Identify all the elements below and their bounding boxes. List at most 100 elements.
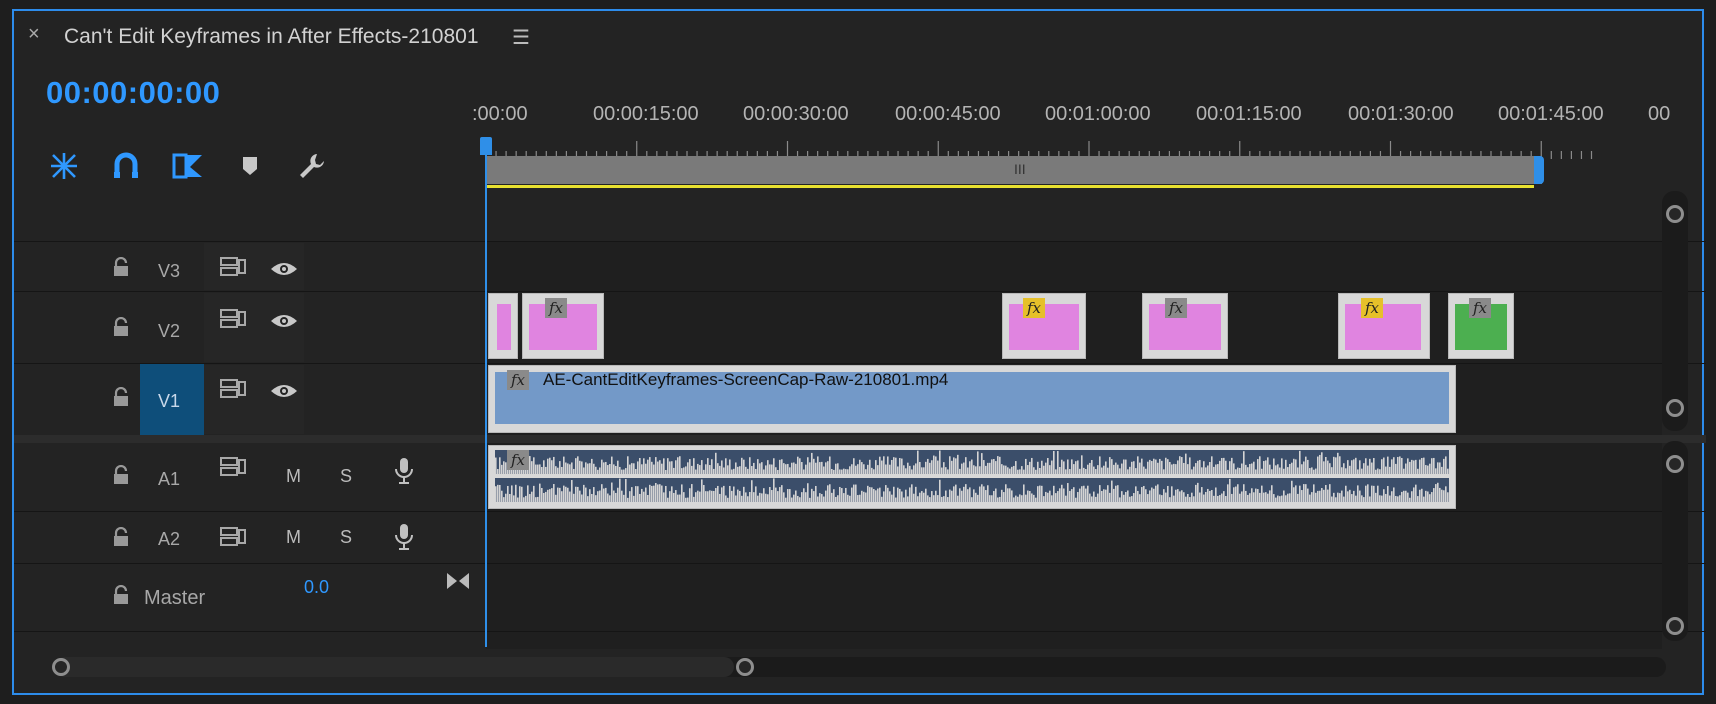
eye-icon[interactable] — [270, 261, 298, 277]
lock-icon[interactable] — [112, 317, 130, 337]
track-label[interactable]: A1 — [158, 469, 180, 490]
waveform-bar — [1321, 488, 1323, 502]
track-label[interactable]: V2 — [158, 321, 180, 342]
v1-clip[interactable]: fx AE-CantEditKeyframes-ScreenCap-Raw-21… — [488, 365, 1456, 433]
timeline-settings-wrench-icon[interactable] — [292, 146, 332, 186]
mute-button[interactable]: M — [286, 466, 301, 487]
waveform-bar — [567, 463, 569, 474]
lock-icon[interactable] — [112, 465, 130, 485]
solo-button[interactable]: S — [340, 527, 352, 548]
v2-clip[interactable]: fx — [1448, 293, 1514, 359]
waveform-bar — [1039, 467, 1041, 474]
lock-icon[interactable] — [112, 585, 130, 605]
waveform-bar — [1099, 485, 1101, 502]
waveform-bar — [863, 491, 865, 502]
close-icon[interactable]: × — [28, 23, 40, 46]
waveform-bar — [1391, 459, 1393, 474]
lock-icon[interactable] — [112, 257, 130, 277]
waveform-bar — [1375, 469, 1377, 474]
waveform-bar — [1257, 489, 1259, 502]
v2-clip[interactable]: fx — [1338, 293, 1430, 359]
sync-lock-icon[interactable] — [220, 527, 246, 547]
linked-selection-icon[interactable] — [168, 146, 208, 186]
waveform-bar — [1315, 468, 1317, 474]
track-label[interactable]: A2 — [158, 529, 180, 550]
clip-name: AE-CantEditKeyframes-ScreenCap-Raw-21080… — [543, 370, 949, 389]
eye-icon[interactable] — [270, 383, 298, 399]
waveform-bar — [611, 482, 613, 502]
waveform-bar — [1065, 495, 1067, 502]
scroll-knob-top[interactable] — [1666, 455, 1684, 473]
scroll-knob-left[interactable] — [52, 658, 70, 676]
waveform-bar — [1305, 456, 1307, 474]
video-audio-divider[interactable] — [14, 435, 1706, 443]
waveform-bar — [1211, 456, 1213, 474]
v2-clip[interactable]: fx — [1002, 293, 1086, 359]
v2-clip[interactable]: fx — [1142, 293, 1228, 359]
add-marker-icon[interactable] — [230, 146, 270, 186]
scroll-knob-top[interactable] — [1666, 205, 1684, 223]
lock-icon[interactable] — [112, 387, 130, 407]
solo-button[interactable]: S — [340, 466, 352, 487]
zoombar-grip[interactable]: III — [1014, 161, 1026, 177]
zoom-scroll-bar[interactable]: III — [486, 156, 1542, 184]
waveform-bar — [675, 490, 677, 502]
waveform-bar — [1125, 459, 1127, 474]
v2-clip[interactable] — [488, 293, 518, 359]
panel-menu-icon[interactable]: ☰ — [512, 25, 530, 50]
work-area-bar[interactable] — [486, 185, 1534, 188]
waveform-bar — [1063, 461, 1065, 474]
playhead-line[interactable] — [485, 137, 487, 647]
waveform-bar — [1361, 468, 1363, 474]
sequence-title[interactable]: Can't Edit Keyframes in After Effects-21… — [64, 25, 479, 49]
waveform-bar — [1181, 490, 1183, 502]
waveform-bar — [891, 494, 893, 502]
sync-lock-icon[interactable] — [220, 257, 246, 277]
horizontal-scrollbar[interactable] — [52, 657, 1666, 677]
audio-vertical-scrollbar[interactable] — [1662, 441, 1688, 641]
go-to-in-out-icon[interactable] — [446, 571, 470, 591]
mute-button[interactable]: M — [286, 527, 301, 548]
scroll-knob-bottom[interactable] — [1666, 617, 1684, 635]
video-vertical-scrollbar[interactable] — [1662, 191, 1688, 431]
waveform-bar — [719, 493, 721, 502]
v2-clip[interactable]: fx — [522, 293, 604, 359]
a1-clip[interactable]: fx — [488, 445, 1456, 509]
scroll-knob-bottom[interactable] — [1666, 399, 1684, 417]
sync-lock-icon[interactable] — [220, 379, 246, 399]
playhead-timecode[interactable]: 00:00:00:00 — [46, 75, 220, 111]
track-label[interactable]: V1 — [158, 391, 180, 412]
master-volume-value[interactable]: 0.0 — [304, 577, 329, 598]
sync-lock-icon[interactable] — [220, 309, 246, 329]
waveform-bar — [1061, 459, 1063, 474]
waveform-bar — [721, 460, 723, 474]
waveform-bar — [989, 462, 991, 474]
waveform-bar — [559, 461, 561, 474]
sync-lock-icon[interactable] — [220, 457, 246, 477]
time-ruler[interactable]: :00:00 00:00:15:00 00:00:30:00 00:00:45:… — [472, 103, 1686, 133]
waveform-bar — [1195, 463, 1197, 474]
waveform-bar — [1307, 459, 1309, 474]
zoombar-end-handle[interactable] — [1534, 156, 1544, 184]
waveform-bar — [523, 497, 525, 502]
waveform-bar — [1221, 493, 1223, 502]
waveform-bar — [667, 497, 669, 502]
track-label[interactable]: V3 — [158, 261, 180, 282]
horizontal-scroll-thumb[interactable] — [54, 657, 734, 677]
lock-icon[interactable] — [112, 527, 130, 547]
waveform-bar — [853, 484, 855, 502]
microphone-icon[interactable] — [394, 457, 414, 485]
waveform-bar — [1149, 459, 1151, 474]
microphone-icon[interactable] — [394, 523, 414, 551]
waveform-bar — [607, 493, 609, 502]
insert-and-overwrite-sequences-icon[interactable] — [44, 146, 84, 186]
snap-magnet-icon[interactable] — [106, 146, 146, 186]
waveform-bar — [1121, 463, 1123, 474]
waveform-bar — [1237, 467, 1239, 474]
waveform-bar — [1353, 459, 1355, 474]
waveform-bar — [595, 495, 597, 502]
scroll-knob-right[interactable] — [736, 658, 754, 676]
waveform-bar — [1247, 494, 1249, 502]
playhead-handle[interactable] — [480, 137, 492, 155]
eye-icon[interactable] — [270, 313, 298, 329]
